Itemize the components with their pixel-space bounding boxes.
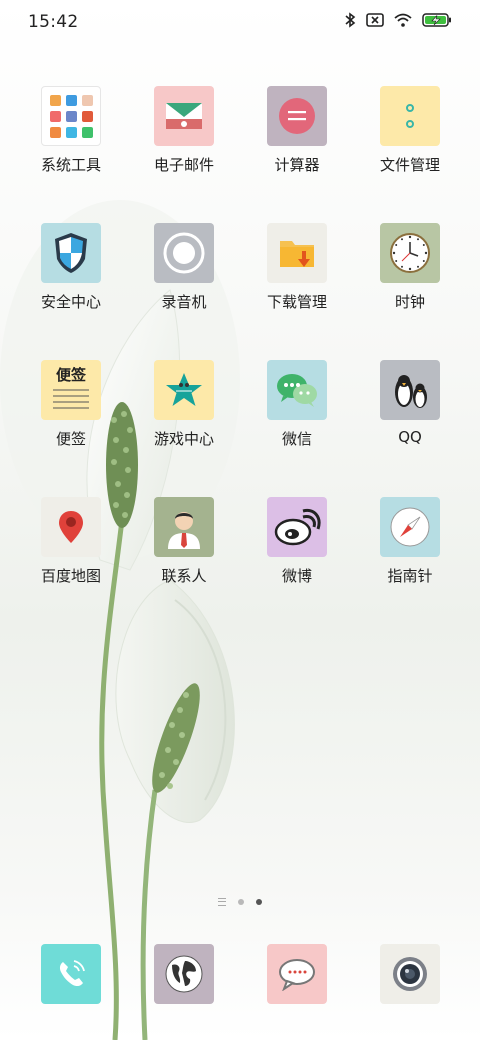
- camera-icon: [380, 944, 440, 1004]
- app-label: 微信: [281, 430, 312, 448]
- wechat-icon: [267, 360, 327, 420]
- message-icon: [267, 944, 327, 1004]
- app-label: 电子邮件: [153, 156, 214, 174]
- app-label: 联系人: [161, 567, 207, 585]
- compass-icon: [380, 497, 440, 557]
- bluetooth-icon: [345, 12, 356, 28]
- menu-lines-icon[interactable]: [218, 898, 226, 906]
- file-manager-icon: [380, 86, 440, 146]
- status-time: 15:42: [28, 12, 79, 32]
- phone-icon: [41, 944, 101, 1004]
- download-folder-icon: [267, 223, 327, 283]
- shield-icon: [41, 223, 101, 283]
- app-label: 下载管理: [266, 293, 327, 311]
- app-recorder[interactable]: 录音机: [129, 223, 239, 312]
- app-label: 游戏中心: [153, 430, 214, 448]
- app-compass[interactable]: 指南针: [355, 497, 465, 586]
- app-email[interactable]: 电子邮件: [129, 86, 239, 175]
- app-label: QQ: [398, 428, 422, 446]
- dock-phone[interactable]: [16, 944, 126, 1004]
- map-pin-icon: [41, 497, 101, 557]
- status-icons: [344, 12, 452, 28]
- sim-disabled-icon: [366, 13, 384, 27]
- app-security-center[interactable]: 安全中心: [16, 223, 126, 312]
- battery-charging-icon: [422, 13, 451, 27]
- dock: [0, 944, 480, 1006]
- app-notes[interactable]: 便签 便签: [16, 360, 126, 449]
- weibo-icon: [267, 497, 327, 557]
- dock-camera[interactable]: [355, 944, 465, 1004]
- app-system-tools[interactable]: 系统工具: [16, 86, 126, 175]
- calculator-icon: [267, 86, 327, 146]
- app-label: 微博: [281, 567, 312, 585]
- star-icon: [154, 360, 214, 420]
- wifi-icon: [394, 13, 412, 27]
- page-dot-2[interactable]: [256, 899, 262, 905]
- tools-folder-icon: [41, 86, 101, 146]
- app-label: 文件管理: [379, 156, 440, 174]
- status-bar: 15:42: [0, 0, 480, 44]
- app-game-center[interactable]: 游戏中心: [129, 360, 239, 449]
- app-label: 安全中心: [40, 293, 101, 311]
- app-weibo[interactable]: 微博: [242, 497, 352, 586]
- app-file-manager[interactable]: 文件管理: [355, 86, 465, 175]
- app-calculator[interactable]: 计算器: [242, 86, 352, 175]
- page-indicator: [0, 896, 480, 908]
- notes-icon-text: 便签: [55, 366, 86, 384]
- app-baidu-map[interactable]: 百度地图: [16, 497, 126, 586]
- app-label: 便签: [55, 430, 86, 448]
- app-wechat[interactable]: 微信: [242, 360, 352, 449]
- dock-messages[interactable]: [242, 944, 352, 1004]
- dock-browser[interactable]: [129, 944, 239, 1004]
- app-label: 系统工具: [40, 156, 101, 174]
- contact-person-icon: [154, 497, 214, 557]
- app-clock[interactable]: 时钟: [355, 223, 465, 312]
- app-qq[interactable]: QQ: [355, 360, 465, 446]
- page-dot-1[interactable]: [238, 899, 244, 905]
- app-label: 指南针: [387, 567, 433, 585]
- penguin-icon: [380, 360, 440, 420]
- app-label: 计算器: [274, 156, 320, 174]
- recorder-icon: [154, 223, 214, 283]
- app-label: 百度地图: [40, 567, 101, 585]
- globe-icon: [154, 944, 214, 1004]
- email-icon: [154, 86, 214, 146]
- notes-icon: 便签: [41, 360, 101, 420]
- clock-icon: [380, 223, 440, 283]
- app-label: 时钟: [394, 293, 425, 311]
- app-download-manager[interactable]: 下载管理: [242, 223, 352, 312]
- app-contacts[interactable]: 联系人: [129, 497, 239, 586]
- app-label: 录音机: [161, 293, 207, 311]
